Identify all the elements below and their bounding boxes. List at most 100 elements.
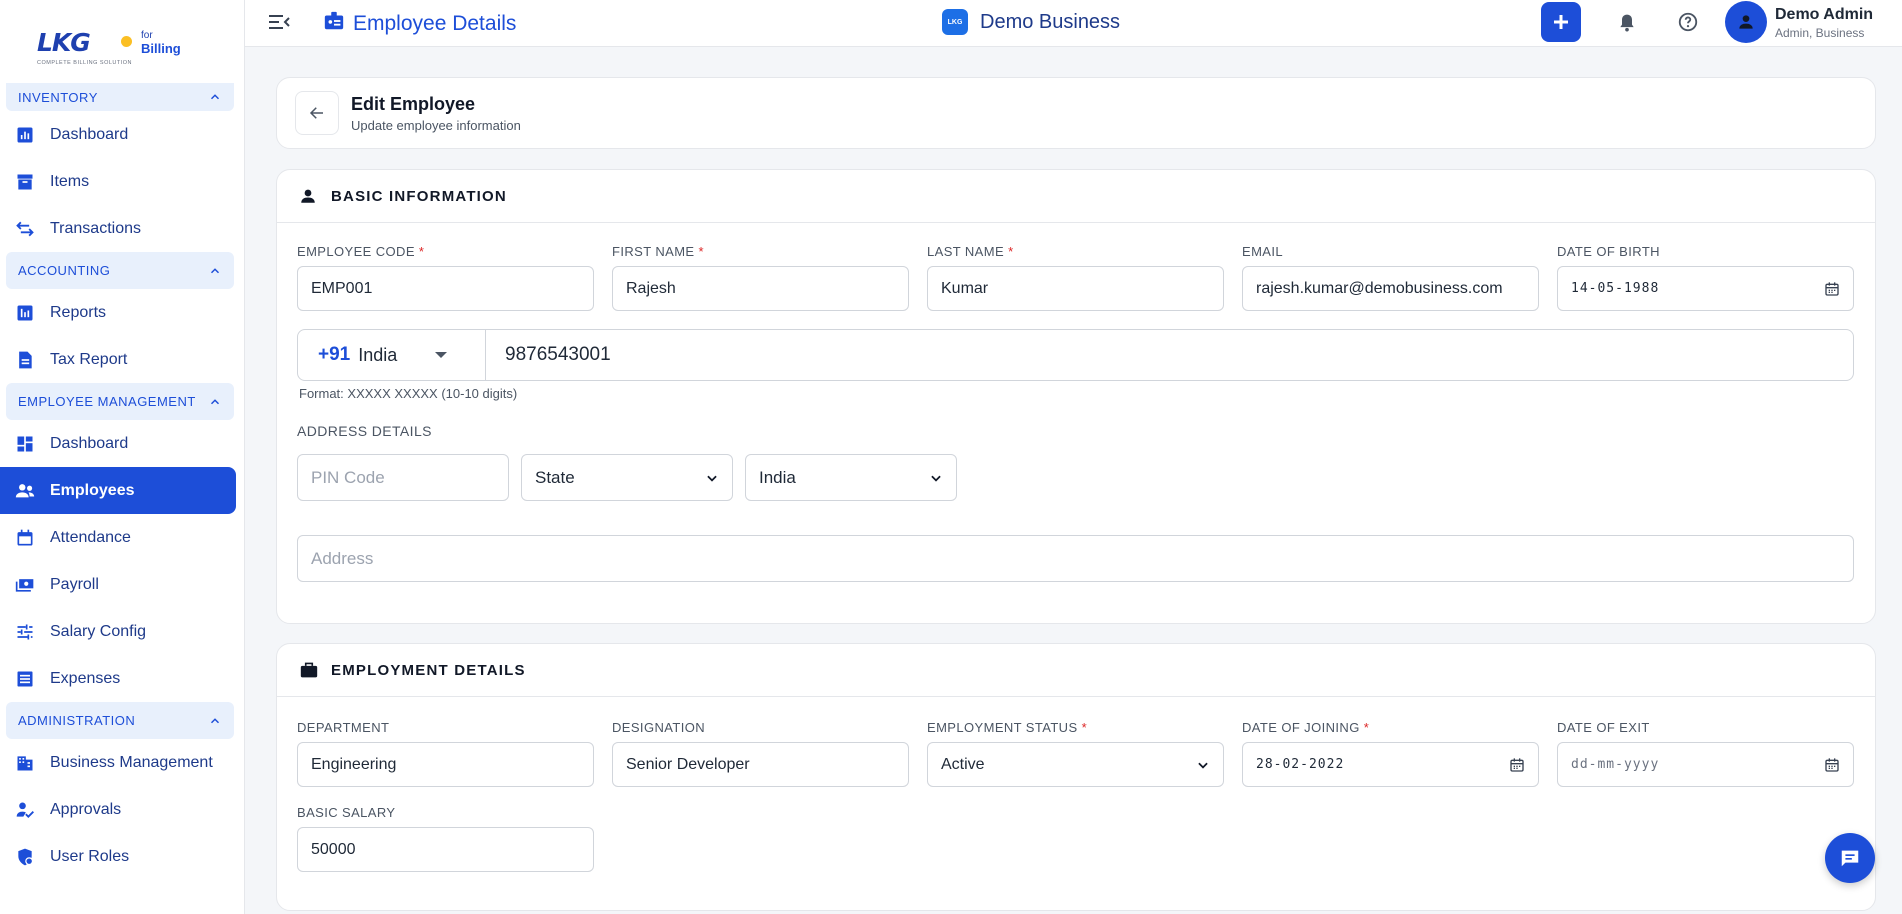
add-button[interactable] — [1541, 2, 1581, 42]
date-of-birth-label: DATE OF BIRTH — [1557, 244, 1660, 259]
country-select-value: India — [759, 467, 796, 487]
logo-for: for — [141, 30, 153, 41]
sidebar-item-approvals[interactable]: Approvals — [0, 786, 236, 833]
bar-chart-icon — [14, 124, 36, 146]
address-details-label: ADDRESS DETAILS — [297, 423, 432, 439]
first-name-label: FIRST NAME * — [612, 244, 704, 259]
user-name[interactable]: Demo Admin — [1775, 6, 1873, 24]
calendar-icon[interactable] — [1509, 757, 1525, 773]
pin-code-input[interactable]: PIN Code — [297, 454, 509, 501]
logo-billing: Billing — [141, 41, 181, 56]
business-selector[interactable]: LKG Demo Business — [942, 9, 1120, 35]
tune-icon — [14, 621, 36, 643]
phone-field: +91 India 9876543001 — [297, 329, 1854, 381]
swap-icon — [14, 218, 36, 240]
calendar-icon[interactable] — [1824, 757, 1840, 773]
sidebar-item-label: Dashboard — [50, 434, 129, 452]
sidebar-item-inventory-dashboard[interactable]: Dashboard — [0, 111, 236, 158]
country-code-select[interactable]: +91 India — [298, 330, 486, 380]
sidebar-item-employee-dashboard[interactable]: Dashboard — [0, 420, 236, 467]
calendar-icon — [14, 527, 36, 549]
sidebar-item-employees[interactable]: Employees — [0, 467, 236, 514]
sidebar-item-label: Reports — [50, 303, 107, 321]
form-subtitle: Update employee information — [351, 118, 521, 133]
sidebar-item-label: Employees — [50, 481, 135, 499]
date-of-birth-input[interactable]: 14-05-1988 — [1557, 266, 1854, 311]
menu-collapse-icon[interactable] — [267, 12, 291, 37]
sidebar-item-salary-config[interactable]: Salary Config — [0, 608, 236, 655]
phone-number-input[interactable]: 9876543001 — [486, 330, 611, 380]
chevron-up-icon — [210, 398, 220, 404]
employment-details-card: EMPLOYMENT DETAILS DEPARTMENT Engineerin… — [276, 643, 1876, 911]
designation-label: DESIGNATION — [612, 720, 706, 735]
first-name-input[interactable]: Rajesh — [612, 266, 909, 311]
last-name-input[interactable]: Kumar — [927, 266, 1224, 311]
section-employee-management[interactable]: EMPLOYEE MANAGEMENT — [6, 383, 234, 420]
sidebar-item-label: Transactions — [50, 219, 141, 237]
sidebar-item-label: Tax Report — [50, 350, 128, 368]
chevron-up-icon — [210, 717, 220, 723]
chevron-up-icon — [210, 94, 220, 100]
sidebar-item-attendance[interactable]: Attendance — [0, 514, 236, 561]
chevron-down-icon — [1198, 762, 1208, 769]
page-heading: Employee Details — [323, 10, 516, 37]
calendar-icon[interactable] — [1824, 281, 1840, 297]
sidebar-item-payroll[interactable]: Payroll — [0, 561, 236, 608]
email-field[interactable]: rajesh.kumar@demobusiness.com — [1242, 266, 1539, 311]
basic-information-card: BASIC INFORMATION EMPLOYEE CODE * EMP001… — [276, 169, 1876, 624]
shield-icon — [14, 846, 36, 868]
card-header: EMPLOYMENT DETAILS — [277, 644, 1875, 697]
phone-country: India — [358, 344, 398, 365]
person-icon — [1739, 15, 1753, 29]
date-of-exit-input[interactable]: dd-mm-yyyy — [1557, 742, 1854, 787]
section-administration[interactable]: ADMINISTRATION — [6, 702, 234, 739]
briefcase-icon — [299, 660, 319, 680]
country-select[interactable]: India — [745, 454, 957, 501]
sidebar-item-business-management[interactable]: Business Management — [0, 739, 236, 786]
state-select[interactable]: State — [521, 454, 733, 501]
sidebar-item-transactions[interactable]: Transactions — [0, 205, 236, 252]
employee-code-label: EMPLOYEE CODE * — [297, 244, 425, 259]
address-input[interactable]: Address — [297, 535, 1854, 582]
sidebar-item-user-roles[interactable]: User Roles — [0, 833, 236, 880]
caret-down-icon — [435, 352, 448, 358]
date-of-exit-label: DATE OF EXIT — [1557, 720, 1650, 735]
sidebar-item-label: Expenses — [50, 669, 121, 687]
edit-employee-header: Edit Employee Update employee informatio… — [276, 77, 1876, 149]
document-icon — [14, 349, 36, 371]
employee-code-input[interactable]: EMP001 — [297, 266, 594, 311]
avatar[interactable] — [1725, 1, 1767, 43]
section-title: ACCOUNTING — [18, 263, 111, 278]
date-of-joining-input[interactable]: 28-02-2022 — [1242, 742, 1539, 787]
section-title: INVENTORY — [18, 89, 98, 105]
sidebar-item-tax-report[interactable]: Tax Report — [0, 336, 236, 383]
sidebar: LKG for Billing COMPLETE BILLING SOLUTIO… — [0, 0, 245, 914]
plus-icon — [1554, 15, 1568, 29]
department-input[interactable]: Engineering — [297, 742, 594, 787]
date-value: 28-02-2022 — [1256, 757, 1345, 772]
section-inventory[interactable]: INVENTORY — [6, 83, 234, 111]
chat-button[interactable] — [1825, 833, 1875, 883]
list-icon — [14, 668, 36, 690]
sidebar-item-reports[interactable]: Reports — [0, 289, 236, 336]
help-icon[interactable] — [1677, 11, 1699, 38]
approval-icon — [14, 799, 36, 821]
back-button[interactable] — [295, 91, 339, 135]
logo-text: LKG — [37, 28, 91, 57]
business-name: Demo Business — [980, 10, 1121, 33]
card-header: BASIC INFORMATION — [277, 170, 1875, 223]
sidebar-item-items[interactable]: Items — [0, 158, 236, 205]
people-icon — [14, 480, 36, 502]
date-value: 14-05-1988 — [1571, 281, 1660, 296]
basic-salary-input[interactable]: 50000 — [297, 827, 594, 872]
sidebar-item-label: Dashboard — [50, 125, 129, 143]
designation-input[interactable]: Senior Developer — [612, 742, 909, 787]
brand-logo[interactable]: LKG for Billing COMPLETE BILLING SOLUTIO… — [0, 0, 244, 86]
section-accounting[interactable]: ACCOUNTING — [6, 252, 234, 289]
department-label: DEPARTMENT — [297, 720, 390, 735]
phone-format-hint: Format: XXXXX XXXXX (10-10 digits) — [299, 386, 518, 401]
sidebar-item-expenses[interactable]: Expenses — [0, 655, 236, 702]
date-of-joining-label: DATE OF JOINING * — [1242, 720, 1370, 735]
employment-status-select[interactable]: Active — [927, 742, 1224, 787]
notification-bell-icon[interactable] — [1617, 12, 1637, 39]
